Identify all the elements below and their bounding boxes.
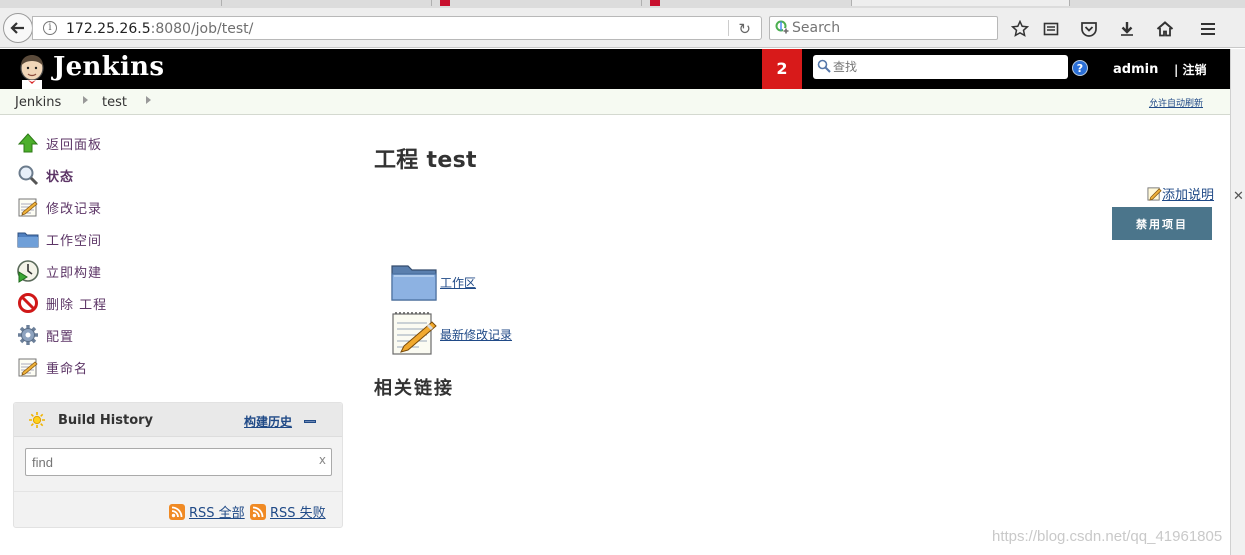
task-label: 修改记录 [46, 201, 103, 217]
notepad-icon [16, 355, 40, 379]
browser-toolbar: i 172.25.26.5:8080/job/test/ ↻ [0, 8, 1245, 48]
jenkins-butler-icon[interactable] [14, 53, 50, 89]
browser-tab[interactable] [0, 0, 222, 6]
task-rename[interactable]: 重命名 [16, 355, 88, 379]
reading-list-icon[interactable] [1040, 18, 1062, 40]
rss-failures-link[interactable]: RSS 失败 [250, 502, 326, 521]
download-icon[interactable] [1116, 18, 1138, 40]
jenkins-header: Jenkins 2 ? admin | 注销 [0, 49, 1230, 89]
notepad-icon [392, 312, 437, 355]
page-title: 工程 test [374, 148, 477, 173]
notification-badge[interactable]: 2 [762, 49, 802, 89]
build-find-input[interactable] [32, 454, 312, 470]
browser-search-bar[interactable] [769, 16, 998, 40]
folder-icon [391, 265, 437, 301]
breadcrumb-jenkins[interactable]: Jenkins [15, 95, 61, 110]
breadcrumb-separator-icon[interactable] [146, 96, 151, 104]
task-status[interactable]: 状态 [16, 163, 74, 187]
help-icon[interactable]: ? [1072, 60, 1088, 76]
task-label: 立即构建 [46, 265, 103, 281]
browser-tab-active[interactable] [852, 0, 1070, 6]
close-icon[interactable]: ✕ [1233, 189, 1244, 204]
rss-icon [169, 503, 185, 520]
task-label: 删除 工程 [46, 297, 108, 313]
url-text: 172.25.26.5:8080/job/test/ [66, 21, 254, 37]
browser-tab-strip [0, 0, 1245, 8]
rss-all-link[interactable]: RSS 全部 [169, 502, 245, 521]
jenkins-logo-text[interactable]: Jenkins [53, 52, 164, 82]
rss-icon [250, 503, 266, 520]
bookmark-star-icon[interactable] [1009, 18, 1031, 40]
build-history-title: Build History [58, 413, 154, 428]
menu-icon[interactable] [1197, 18, 1219, 40]
url-bar[interactable]: i 172.25.26.5:8080/job/test/ ↻ [32, 16, 762, 40]
related-links-heading: 相关链接 [374, 378, 454, 399]
breadcrumb-test[interactable]: test [102, 95, 127, 110]
build-trend-link[interactable]: 构建历史 [244, 413, 292, 430]
task-label: 返回面板 [46, 137, 103, 153]
user-link[interactable]: admin [1113, 62, 1158, 77]
watermark-text: https://blog.csdn.net/qq_41961805 [992, 528, 1223, 545]
browser-tab[interactable] [642, 0, 852, 6]
notepad-icon [16, 195, 40, 219]
jenkins-search-box[interactable] [813, 55, 1068, 79]
task-delete-project[interactable]: 删除 工程 [16, 291, 107, 315]
build-history-header: Build History 构建历史 [14, 403, 342, 437]
task-label: 配置 [46, 329, 75, 345]
no-entry-icon [16, 291, 40, 315]
build-history-panel: Build History 构建历史 x RSS 全部 RSS 失败 [13, 402, 343, 528]
workspace-link[interactable]: 工作区 [440, 274, 476, 291]
task-build-now[interactable]: 立即构建 [16, 259, 102, 283]
home-icon[interactable] [1154, 18, 1176, 40]
recent-changes-link-row[interactable]: 最新修改记录 [390, 310, 512, 358]
sun-icon [29, 412, 45, 428]
task-label: 重命名 [46, 361, 89, 377]
browser-search-input[interactable] [792, 19, 992, 37]
site-info-icon[interactable]: i [43, 21, 57, 35]
breadcrumb-separator-icon[interactable] [83, 96, 88, 104]
pocket-icon[interactable] [1078, 18, 1100, 40]
back-button[interactable] [3, 13, 33, 43]
clear-find-icon[interactable]: x [319, 453, 326, 467]
task-configure[interactable]: 配置 [16, 323, 74, 347]
build-find-field[interactable]: x [25, 448, 332, 476]
folder-icon [16, 227, 40, 251]
clock-play-icon [16, 259, 40, 283]
collapse-icon[interactable] [304, 420, 316, 423]
up-arrow-icon [16, 131, 40, 155]
side-panel-strip [1230, 49, 1245, 555]
back-arrow-icon [10, 22, 24, 34]
task-label: 工作空间 [46, 233, 103, 249]
edit-note-icon [1147, 187, 1162, 201]
magnifier-icon [16, 163, 40, 187]
search-engine-icon [775, 20, 789, 34]
gear-icon [16, 323, 40, 347]
jenkins-search-input[interactable] [833, 58, 1063, 76]
task-changes[interactable]: 修改记录 [16, 195, 102, 219]
browser-tab[interactable] [432, 0, 642, 6]
task-back-to-dashboard[interactable]: 返回面板 [16, 131, 102, 155]
browser-tab[interactable] [222, 0, 432, 6]
disable-project-button[interactable]: 禁用项目 [1112, 207, 1212, 240]
search-icon [817, 59, 831, 73]
logout-link[interactable]: | 注销 [1174, 61, 1207, 78]
reload-icon[interactable]: ↻ [738, 20, 751, 38]
auto-refresh-link[interactable]: 允许自动刷新 [1149, 96, 1203, 109]
breadcrumb: Jenkins test 允许自动刷新 [0, 89, 1230, 115]
recent-changes-link[interactable]: 最新修改记录 [440, 326, 512, 343]
workspace-link-row[interactable]: 工作区 [390, 258, 476, 306]
task-workspace[interactable]: 工作空间 [16, 227, 102, 251]
task-label: 状态 [46, 169, 75, 185]
add-description-link[interactable]: 添加说明 [1147, 184, 1214, 203]
